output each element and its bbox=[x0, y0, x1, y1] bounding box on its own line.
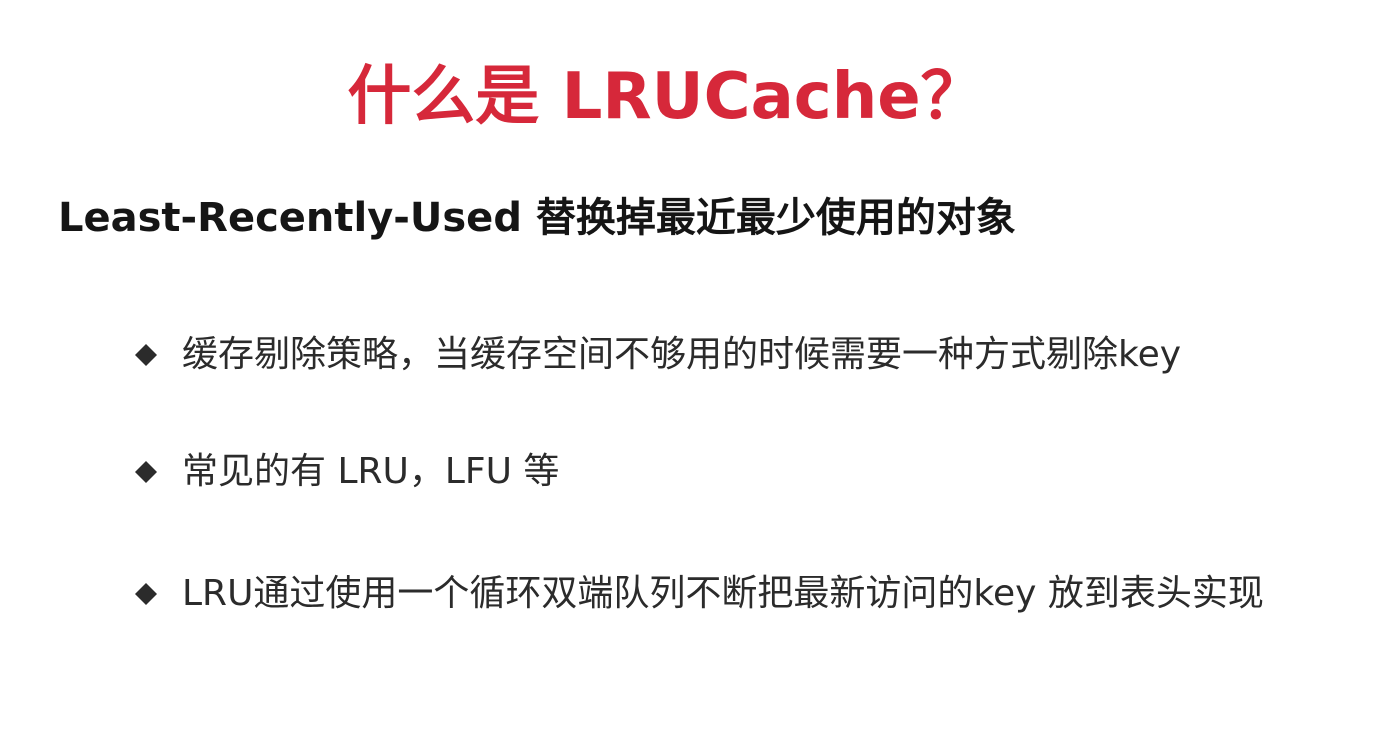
slide-title: 什么是 LRUCache？ bbox=[347, 60, 985, 134]
bullet-text: LRU通过使用一个循环双端队列不断把最新访问的key 放到表头实现 bbox=[182, 573, 1264, 614]
bullet-item-cache-eviction: 缓存剔除策略，当缓存空间不够用的时候需要一种方式剔除key bbox=[132, 327, 1181, 383]
bullet-text: 常见的有 LRU，LFU 等 bbox=[182, 451, 560, 492]
bullet-item-lru-implementation: LRU通过使用一个循环双端队列不断把最新访问的key 放到表头实现 bbox=[132, 566, 1264, 622]
slide-subtitle: Least-Recently-Used 替换掉最近最少使用的对象 bbox=[58, 195, 1016, 241]
diamond-bullet-icon bbox=[132, 580, 160, 608]
diamond-bullet-icon bbox=[132, 458, 160, 486]
bullet-text: 缓存剔除策略，当缓存空间不够用的时候需要一种方式剔除key bbox=[182, 334, 1182, 375]
diamond-bullet-icon bbox=[132, 341, 160, 369]
bullet-item-common-algorithms: 常见的有 LRU，LFU 等 bbox=[132, 444, 559, 500]
presentation-slide: 什么是 LRUCache？ Least-Recently-Used 替换掉最近最… bbox=[0, 0, 1382, 731]
